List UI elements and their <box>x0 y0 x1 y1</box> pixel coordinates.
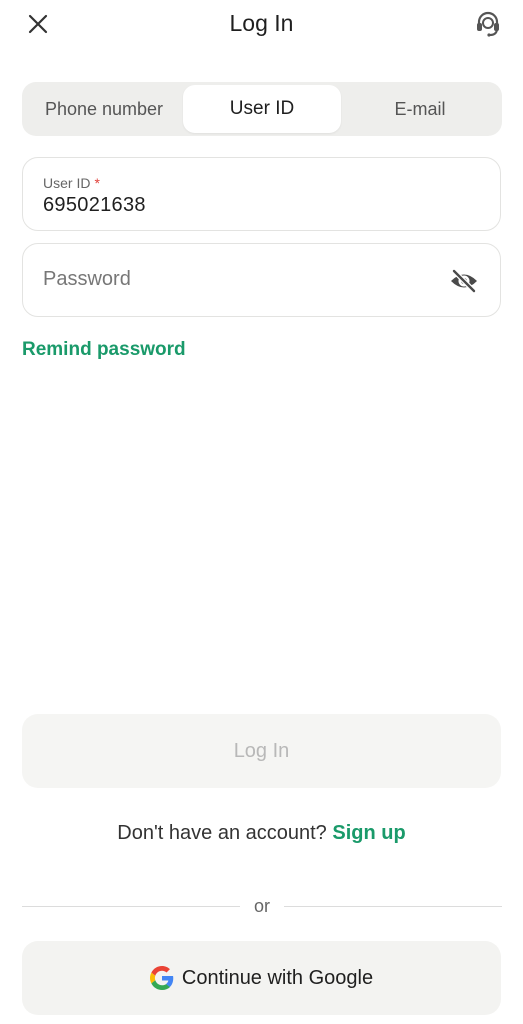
user-id-field[interactable]: User ID * 695021638 <box>22 157 501 231</box>
support-headset-icon <box>477 11 499 37</box>
page-title: Log In <box>229 10 294 36</box>
toggle-password-visibility-button[interactable] <box>448 265 480 297</box>
tab-email[interactable]: E-mail <box>341 85 499 133</box>
or-divider: or <box>22 894 503 918</box>
login-button[interactable]: Log In <box>22 714 501 788</box>
or-text: or <box>254 895 271 916</box>
password-field[interactable]: Password <box>22 243 501 317</box>
divider-line-right <box>284 905 503 907</box>
required-mark: * <box>94 175 100 191</box>
divider-line-left <box>22 905 240 907</box>
tab-user-id[interactable]: User ID <box>183 85 341 133</box>
no-account-text: Don't have an account? <box>117 822 327 844</box>
signup-prompt: Don't have an account? Sign up <box>0 822 523 845</box>
user-id-label: User ID * <box>43 175 100 191</box>
remind-password-link[interactable]: Remind password <box>22 339 186 361</box>
user-id-value: 695021638 <box>43 194 146 216</box>
continue-with-google-button[interactable]: Continue with Google <box>22 941 501 1015</box>
google-icon <box>149 966 174 990</box>
google-button-label: Continue with Google <box>181 966 374 989</box>
login-method-tabs: Phone number User ID E-mail <box>22 82 502 136</box>
sign-up-link[interactable]: Sign up <box>332 822 405 844</box>
password-placeholder: Password <box>43 268 131 290</box>
eye-off-icon <box>451 268 477 294</box>
support-button[interactable] <box>471 7 505 41</box>
header-bar: Log In <box>0 0 523 48</box>
user-id-label-text: User ID <box>43 175 91 191</box>
tab-phone-number[interactable]: Phone number <box>25 85 183 133</box>
